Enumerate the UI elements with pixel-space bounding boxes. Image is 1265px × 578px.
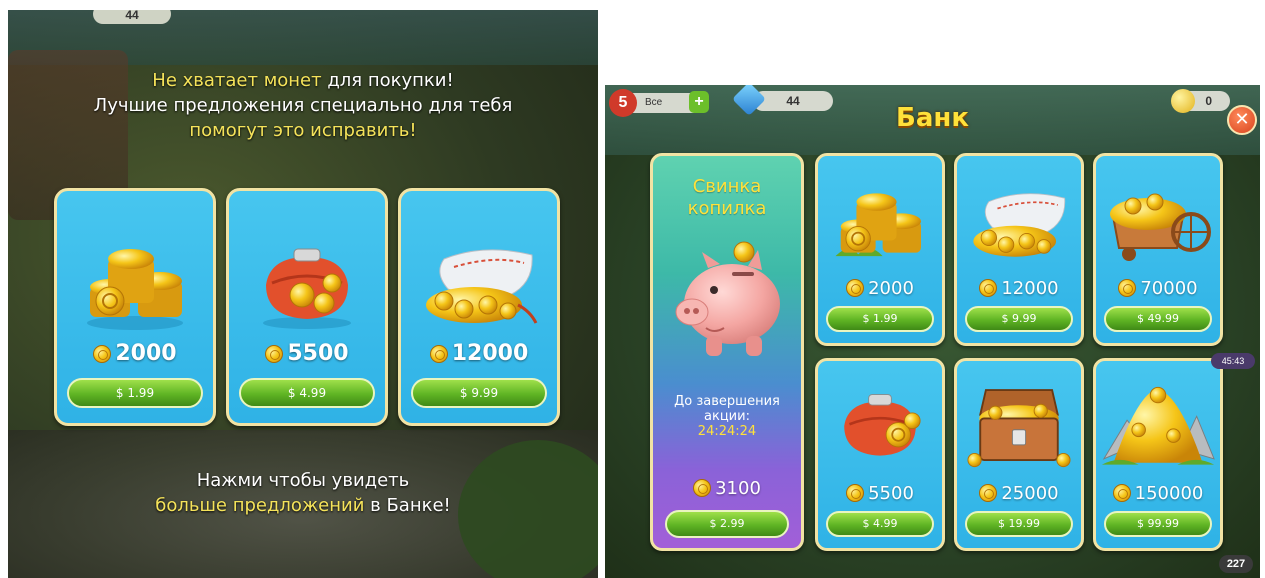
message-line: Не хватает монет для покупки!: [8, 68, 598, 93]
message-line: Лучшие предложения специально для тебя: [8, 93, 598, 118]
coin-icon: [846, 279, 865, 297]
coin-stack-icon: [87, 249, 183, 330]
popup-message-bottom[interactable]: Нажми чтобы увидеть больше предложений в…: [8, 468, 598, 518]
offer-amount: 150000: [1096, 483, 1220, 504]
hud-count-badge: 227: [1219, 555, 1253, 573]
treasure-chest-icon: [967, 389, 1071, 468]
offer-amount-value: 5500: [287, 341, 349, 366]
offer-amount: 25000: [957, 483, 1081, 504]
offer-card-5500[interactable]: 5500 $ 4.99: [226, 188, 388, 426]
coin-sack-icon: [973, 193, 1066, 257]
message-highlight: больше предложений: [155, 495, 365, 516]
message-line: Нажми чтобы увидеть: [8, 468, 598, 493]
coin-purse-icon: [263, 248, 351, 329]
offer-card-12000[interactable]: 12000 $ 9.99: [398, 188, 560, 426]
bank-offer-card[interactable]: 12000 $ 9.99: [954, 153, 1084, 346]
offer-amount-value: 70000: [1140, 278, 1198, 299]
offer-amount-value: 12000: [451, 341, 529, 366]
offer-amount-value: 2000: [868, 278, 914, 299]
not-enough-coins-popup: 44 Не хватает монет для покупки! Лучшие …: [8, 10, 598, 578]
message-line: больше предложений в Банке!: [8, 493, 598, 518]
coin-cart-icon: [1110, 193, 1211, 261]
screenshot-stage: 44 Не хватает монет для покупки! Лучшие …: [0, 0, 1265, 578]
promo-line: До завершения: [674, 394, 780, 409]
coin-sack-icon: [426, 249, 538, 324]
piggy-title-line: Свинка: [692, 176, 762, 197]
offer-card-2000[interactable]: 2000 $ 1.99: [54, 188, 216, 426]
buy-button[interactable]: $ 9.99: [965, 306, 1073, 332]
buy-button[interactable]: $ 4.99: [826, 511, 934, 537]
message-line: помогут это исправить!: [8, 118, 598, 143]
offer-amount: 5500: [818, 483, 942, 504]
bank-offer-card[interactable]: 2000 $ 1.99: [815, 153, 945, 346]
offer-amount-value: 2000: [115, 341, 177, 366]
coin-icon: [1118, 279, 1137, 297]
promo-line: акции:: [704, 409, 750, 424]
top-counter-badge: 44: [93, 10, 171, 24]
coin-icon: [429, 345, 448, 363]
hud-timer-badge: 45:43: [1211, 353, 1255, 369]
coin-icon: [265, 345, 284, 363]
offer-amount: 2000: [818, 278, 942, 299]
coin-stack-icon: [835, 193, 922, 257]
piggy-amount-value: 3100: [715, 478, 761, 499]
piggy-bank-icon: [675, 241, 780, 356]
coin-mountain-icon: [1101, 386, 1215, 465]
buy-button[interactable]: $ 19.99: [965, 511, 1073, 537]
buy-button[interactable]: $ 1.99: [67, 378, 203, 408]
coin-icon: [979, 279, 998, 297]
buy-button[interactable]: $ 2.99: [665, 510, 789, 538]
coin-icon: [846, 484, 865, 502]
message-highlight: помогут это исправить!: [189, 120, 417, 141]
promo-timer: 24:24:24: [697, 424, 757, 439]
bank-window: Все 5 + 44 0 Банк ✕ Свинка копилка До за…: [605, 85, 1260, 578]
piggy-title-line: копилка: [687, 198, 767, 219]
buy-button[interactable]: $ 4.99: [239, 378, 375, 408]
offer-amount: 70000: [1096, 278, 1220, 299]
piggy-bank-card[interactable]: Свинка копилка До завершения акции: 24:2…: [650, 153, 804, 551]
offer-amount: 12000: [957, 278, 1081, 299]
offer-amount: 12000: [401, 341, 557, 366]
offer-amount: 5500: [229, 341, 385, 366]
message-text: в Банке!: [364, 495, 451, 516]
bank-offer-card[interactable]: 5500 $ 4.99: [815, 358, 945, 551]
buy-button[interactable]: $ 9.99: [411, 378, 547, 408]
bank-offer-card[interactable]: 150000 $ 99.99: [1093, 358, 1223, 551]
buy-button[interactable]: $ 1.99: [826, 306, 934, 332]
offer-amount-value: 5500: [868, 483, 914, 504]
coin-icon: [1112, 484, 1131, 502]
piggy-amount: 3100: [653, 478, 801, 499]
coin-purse-icon: [844, 394, 921, 456]
buy-button[interactable]: $ 49.99: [1104, 306, 1212, 332]
close-icon[interactable]: ✕: [1227, 105, 1257, 135]
offer-amount-value: 150000: [1134, 483, 1204, 504]
bank-title: Банк: [896, 103, 969, 133]
coin-icon: [979, 484, 998, 502]
offer-amount-value: 12000: [1001, 278, 1059, 299]
message-text: Нажми чтобы увидеть: [196, 470, 410, 491]
promo-text: До завершения акции:: [653, 394, 801, 424]
bank-offer-card[interactable]: 25000 $ 19.99: [954, 358, 1084, 551]
popup-message-top: Не хватает монет для покупки! Лучшие пре…: [8, 68, 598, 143]
buy-button[interactable]: $ 99.99: [1104, 511, 1212, 537]
coin-icon: [693, 479, 712, 497]
offer-amount-value: 25000: [1001, 483, 1059, 504]
message-text: для покупки!: [321, 70, 454, 91]
bank-offer-card[interactable]: 70000 $ 49.99: [1093, 153, 1223, 346]
coin-icon: [93, 345, 112, 363]
message-highlight: Не хватает монет: [152, 70, 322, 91]
message-text: Лучшие предложения специально для тебя: [93, 95, 513, 116]
piggy-title: Свинка копилка: [653, 176, 801, 220]
offer-amount: 2000: [57, 341, 213, 366]
